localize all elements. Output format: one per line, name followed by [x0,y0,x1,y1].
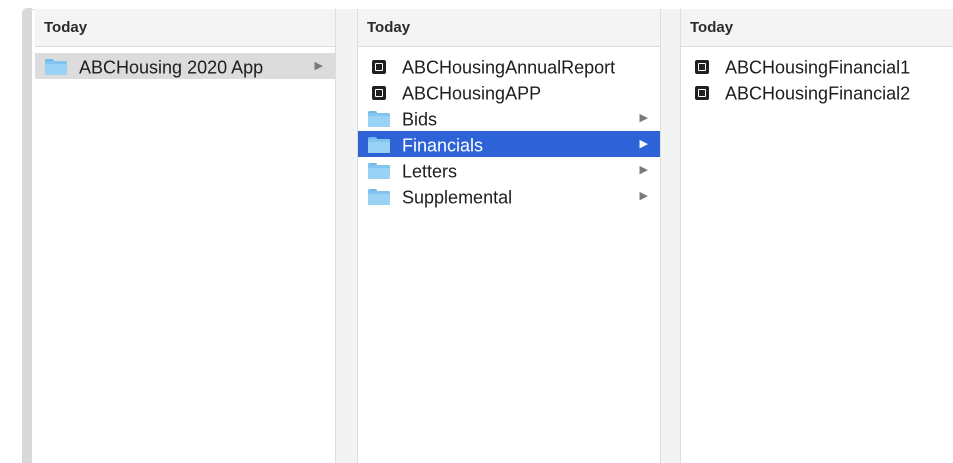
column-resizer[interactable] [660,9,681,463]
chevron-right-icon: ▶ [639,112,648,124]
column-resizer[interactable] [335,9,358,463]
list-item-abchousingapp[interactable]: ABCHousingAPP [358,79,660,105]
item-label: ABCHousingAPP [402,83,542,104]
item-label: ABCHousingFinancial2 [725,83,911,104]
list-item-bids[interactable]: Bids ▶ [358,105,660,131]
item-label: Bids [402,109,438,130]
pdf-icon [372,60,386,75]
chevron-right-icon: ▶ [639,164,648,176]
pdf-icon [695,86,709,101]
item-label: Financials [402,135,484,156]
column-1[interactable]: Today ABCHousing 2020 App ▶ [35,9,335,463]
column-3[interactable]: Today ABCHousingFinancial1 ABCHousingFin… [681,9,953,463]
item-label: Letters [402,161,458,182]
list-item-supplemental[interactable]: Supplemental ▶ [358,183,660,209]
folder-icon [368,111,390,128]
list-item-abchousingannualreport[interactable]: ABCHousingAnnualReport [358,53,660,79]
list-item-financials[interactable]: Financials ▶ [358,131,660,157]
list-item-letters[interactable]: Letters ▶ [358,157,660,183]
item-label: Supplemental [402,187,513,208]
column-2[interactable]: Today ABCHousingAnnualReport ABCHousingA… [358,9,660,463]
column-header[interactable]: Today [358,9,660,47]
chevron-right-icon: ▶ [639,190,648,202]
pdf-icon [372,86,386,101]
folder-icon [368,137,390,154]
column-header[interactable]: Today [35,9,335,47]
list-item-abchousingfinancial1[interactable]: ABCHousingFinancial1 [681,53,953,79]
list-item-abchousingfinancial2[interactable]: ABCHousingFinancial2 [681,79,953,105]
folder-icon [368,163,390,180]
window-edge [0,0,22,463]
window-border [22,8,32,463]
folder-icon [45,59,67,76]
item-label: ABCHousing 2020 App [79,57,264,78]
chevron-right-icon: ▶ [314,60,323,72]
chevron-right-icon: ▶ [639,138,648,150]
list-item-abchousing-2020-app[interactable]: ABCHousing 2020 App ▶ [35,53,335,79]
item-label: ABCHousingAnnualReport [402,57,616,78]
item-label: ABCHousingFinancial1 [725,57,911,78]
pdf-icon [695,60,709,75]
column-header[interactable]: Today [681,9,953,47]
folder-icon [368,189,390,206]
